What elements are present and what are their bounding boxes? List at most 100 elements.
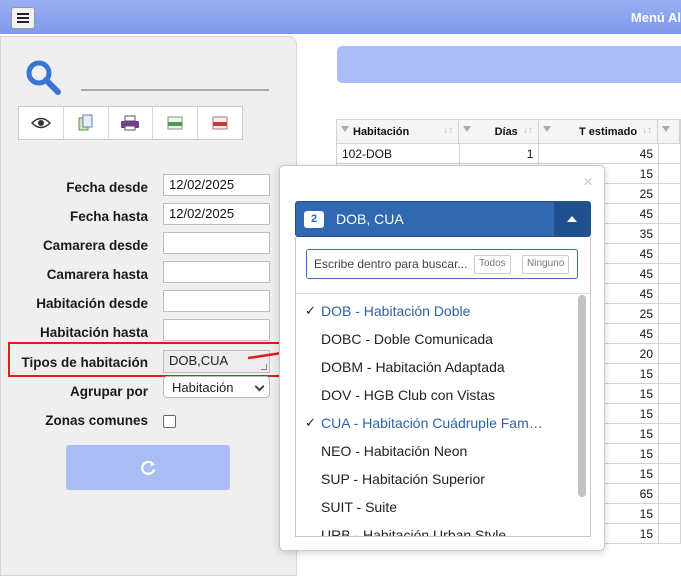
option-label: DOB - Habitación Doble [321, 303, 471, 319]
table-cell [659, 464, 681, 483]
option-label: SUIT - Suite [321, 499, 397, 515]
menu-title: Menú Al [630, 10, 681, 25]
option-item[interactable]: DOV - HGB Club con Vistas [296, 381, 578, 409]
divider [296, 293, 590, 294]
chevron-down-icon [254, 381, 265, 392]
option-item[interactable]: DOBC - Doble Comunicada [296, 325, 578, 353]
search-placeholder: Escribe dentro para buscar... [314, 257, 468, 271]
option-item[interactable]: NEO - Habitación Neon [296, 437, 578, 465]
resize-grip-icon[interactable] [261, 364, 267, 370]
refresh-button[interactable] [66, 445, 230, 490]
multiselect-search-input[interactable]: Escribe dentro para buscar... Todos Ning… [306, 249, 578, 279]
search-input[interactable] [81, 89, 269, 91]
table-cell [659, 144, 681, 163]
scrollbar-thumb[interactable] [578, 295, 586, 497]
menu-button[interactable] [11, 7, 35, 29]
option-item[interactable]: ✓ DOB - Habitación Doble [296, 297, 578, 325]
table-cell [659, 484, 681, 503]
camarera-desde-label: Camarera desde [42, 238, 148, 253]
scrollbar[interactable] [578, 295, 586, 535]
table-header: Habitación ↓↑ Días ↓↑ T estimado ↓↑ [336, 119, 681, 144]
pdf-file-icon [212, 116, 228, 130]
fecha-hasta-label: Fecha hasta [69, 209, 148, 224]
option-label: CUA - Habitación Cuádruple Fam… [321, 415, 543, 431]
eye-icon [30, 117, 51, 129]
option-label: NEO - Habitación Neon [321, 443, 468, 459]
sort-icon[interactable]: ↓↑ [443, 125, 453, 136]
option-item[interactable]: DOBM - Habitación Adaptada [296, 353, 578, 381]
table-cell [659, 164, 681, 183]
table-cell: 45 [539, 144, 660, 163]
habitacion-desde-input[interactable] [163, 290, 270, 312]
table-cell [659, 444, 681, 463]
option-label: URB - Habitación Urban Style [321, 527, 507, 537]
filter-icon[interactable] [662, 126, 671, 132]
table-cell [659, 264, 681, 283]
agrupar-por-value: Habitación [172, 380, 234, 395]
search-icon[interactable] [25, 59, 63, 97]
table-cell [659, 224, 681, 243]
camarera-hasta-label: Camarera hasta [46, 267, 148, 282]
table-cell [659, 344, 681, 363]
select-all-button[interactable]: Todos [474, 255, 511, 274]
camarera-hasta-input[interactable] [163, 261, 270, 283]
camarera-desde-input[interactable] [163, 232, 270, 254]
table-cell: 1 [460, 144, 540, 163]
habitacion-hasta-input[interactable] [163, 319, 270, 341]
export-pdf-button[interactable] [198, 107, 242, 139]
zonas-comunes-checkbox[interactable] [163, 415, 176, 428]
column-header-habitacion[interactable]: Habitación ↓↑ [337, 120, 460, 143]
habitacion-desde-label: Habitación desde [36, 296, 148, 311]
fecha-desde-input[interactable]: 12/02/2025 [163, 174, 270, 196]
sort-icon[interactable]: ↓↑ [642, 125, 652, 136]
table-cell [659, 284, 681, 303]
table-cell [659, 504, 681, 523]
filter-panel: Fecha desde 12/02/2025 Fecha hasta 12/02… [0, 36, 297, 576]
table-row[interactable]: 102-DOB 1 45 [336, 144, 681, 164]
fecha-hasta-input[interactable]: 12/02/2025 [163, 203, 270, 225]
close-icon[interactable]: × [583, 172, 593, 192]
csv-file-icon [167, 116, 183, 130]
action-toolbar [18, 106, 243, 140]
copy-icon [78, 114, 93, 131]
habitacion-hasta-label: Habitación hasta [39, 325, 148, 340]
export-csv-button[interactable] [153, 107, 199, 139]
column-header-extra[interactable] [658, 120, 680, 143]
sort-icon[interactable]: ↓↑ [523, 125, 533, 136]
table-cell [659, 524, 681, 543]
printer-icon [121, 115, 140, 131]
filter-icon[interactable] [341, 126, 349, 132]
agrupar-por-label: Agrupar por [69, 384, 148, 399]
filter-icon[interactable] [542, 126, 551, 132]
top-bar: Menú Al [0, 0, 681, 34]
caret-up-button[interactable] [554, 202, 590, 236]
filter-icon[interactable] [463, 126, 472, 132]
tipos-habitacion-label: Tipos de habitación [21, 355, 148, 370]
multiselect-menu: Escribe dentro para buscar... Todos Ning… [295, 237, 591, 537]
zonas-comunes-label: Zonas comunes [45, 413, 148, 428]
multiselect-selected-text: DOB, CUA [336, 211, 404, 227]
table-cell [659, 424, 681, 443]
select-none-button[interactable]: Ninguno [522, 255, 570, 274]
agrupar-por-select[interactable]: Habitación [163, 376, 270, 398]
option-item[interactable]: ✓ CUA - Habitación Cuádruple Fam… [296, 409, 578, 437]
column-header-dias[interactable]: Días ↓↑ [459, 120, 539, 143]
option-item[interactable]: SUIT - Suite [296, 493, 578, 521]
preview-button[interactable] [19, 107, 64, 139]
table-cell [659, 244, 681, 263]
tipos-habitacion-popup: × 2 DOB, CUA Escribe dentro para buscar.… [279, 165, 605, 551]
table-cell [659, 364, 681, 383]
column-header-t-estimado[interactable]: T estimado ↓↑ [539, 120, 659, 143]
table-cell [659, 384, 681, 403]
hamburger-icon [17, 13, 29, 23]
copy-button[interactable] [64, 107, 109, 139]
multiselect-toggle[interactable]: 2 DOB, CUA [295, 201, 591, 237]
checkmark-icon: ✓ [305, 415, 316, 430]
option-item[interactable]: URB - Habitación Urban Style [296, 521, 578, 537]
print-button[interactable] [109, 107, 154, 139]
option-label: DOBC - Doble Comunicada [321, 331, 493, 347]
selected-count-badge: 2 [304, 211, 324, 228]
table-cell [659, 304, 681, 323]
table-cell [659, 324, 681, 343]
option-item[interactable]: SUP - Habitación Superior [296, 465, 578, 493]
